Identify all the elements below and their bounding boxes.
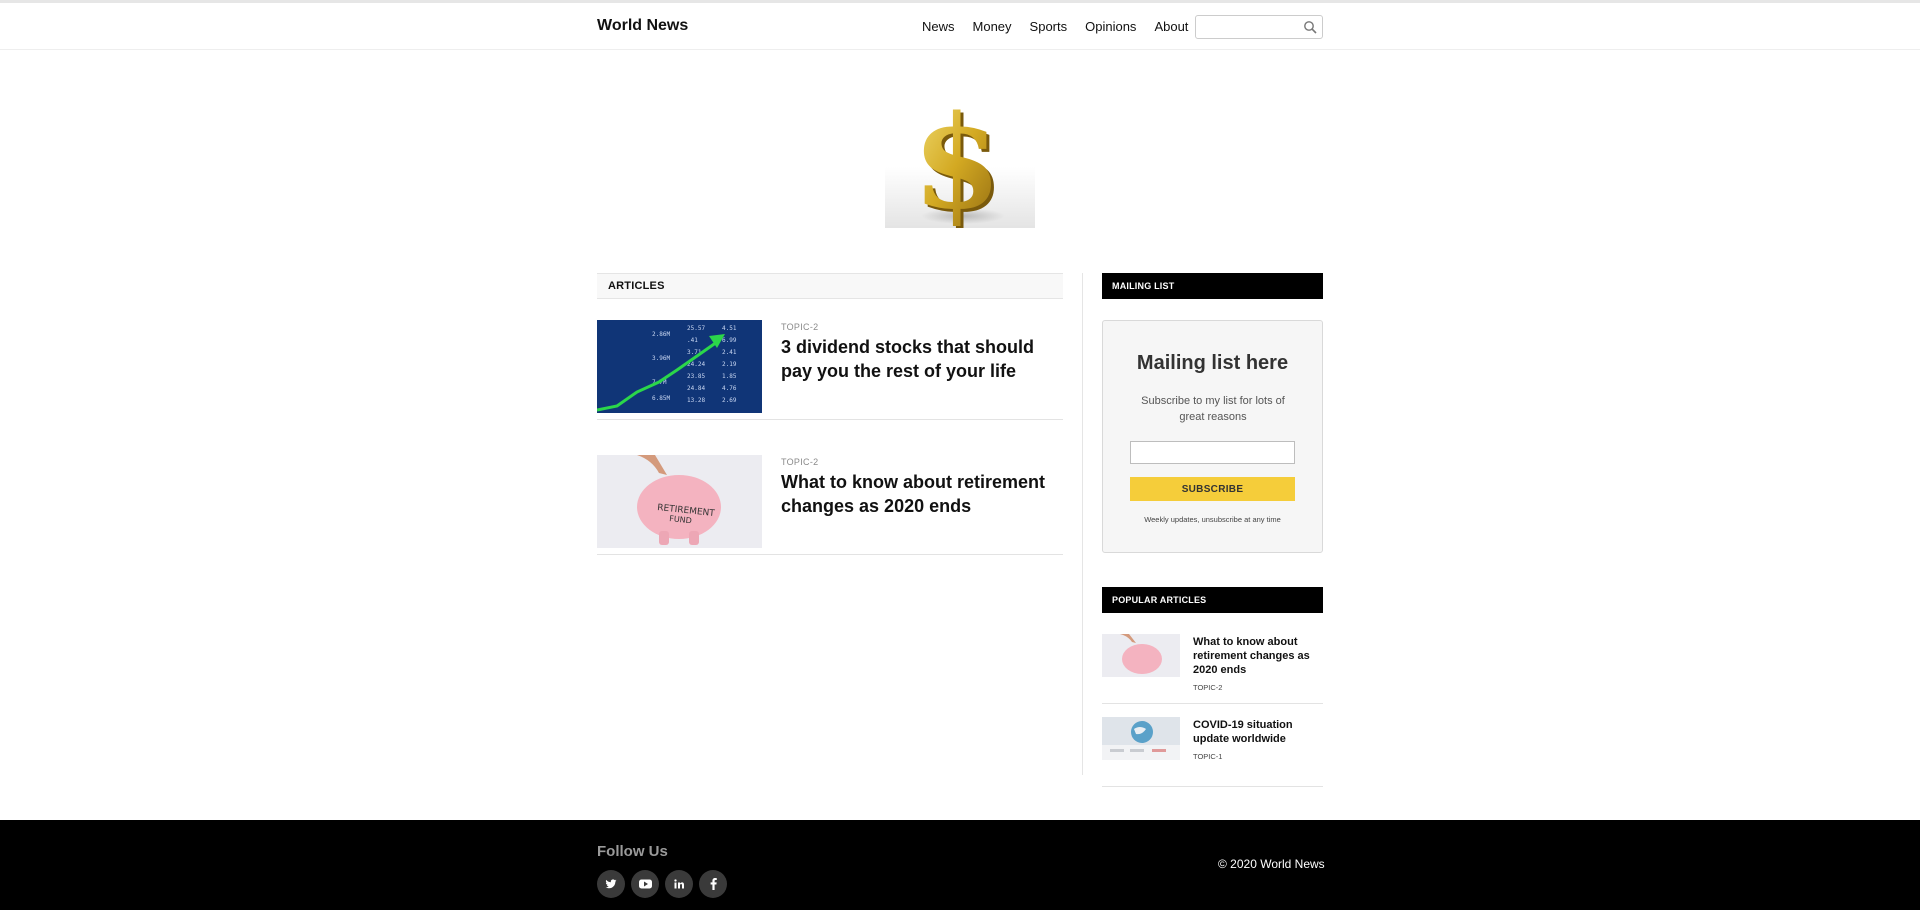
svg-text:4.76: 4.76 — [722, 385, 737, 392]
copyright-text: © 2020 World News — [1218, 857, 1325, 871]
svg-text:23.85: 23.85 — [687, 373, 705, 380]
svg-text:.41: .41 — [687, 337, 698, 344]
twitter-icon[interactable] — [597, 870, 625, 898]
articles-heading-bar: ARTICLES — [597, 273, 1063, 299]
article-title[interactable]: What to know about retirement changes as… — [781, 470, 1061, 518]
article-title[interactable]: 3 dividend stocks that should pay you th… — [781, 335, 1061, 383]
popular-article-title[interactable]: COVID-19 situation update worldwide — [1193, 718, 1321, 746]
mailing-list-note: Weekly updates, unsubscribe at any time — [1144, 515, 1281, 524]
article-item[interactable]: 25.57 4.51 .41 6.99 3.71 2.41 24.24 2.19 23.… — [597, 306, 1063, 420]
mailing-list-description: Subscribe to my list for lots of great r… — [1141, 395, 1285, 423]
article-topic: TOPIC-2 — [781, 322, 819, 332]
article-thumbnail-stocks[interactable]: 25.57 4.51 .41 6.99 3.71 2.41 24.24 2.19 23.… — [597, 320, 762, 413]
follow-us-heading: Follow Us — [597, 843, 668, 860]
linkedin-icon[interactable] — [665, 870, 693, 898]
article-thumbnail-piggy-bank[interactable]: RETIREMENT FUND — [597, 455, 762, 548]
nav-opinions[interactable]: Opinions — [1085, 19, 1136, 34]
popular-articles-heading-bar: POPULAR ARTICLES — [1102, 587, 1323, 613]
subscribe-button[interactable]: SUBSCRIBE — [1130, 477, 1295, 501]
articles-heading: ARTICLES — [608, 280, 665, 292]
popular-article-item[interactable]: What to know about retirement changes as… — [1102, 634, 1323, 704]
main-nav: News Money Sports Opinions About — [922, 19, 1206, 34]
svg-text:$: $ — [912, 92, 1001, 228]
svg-text:4.51: 4.51 — [722, 325, 737, 332]
svg-text:2.41: 2.41 — [722, 349, 737, 356]
svg-text:13.28: 13.28 — [687, 397, 705, 404]
site-brand[interactable]: World News — [597, 17, 688, 35]
nav-sports[interactable]: Sports — [1030, 19, 1068, 34]
covid-globe-image — [1102, 717, 1180, 760]
mailing-list-heading: MAILING LIST — [1112, 281, 1175, 291]
mailing-list-heading-bar: MAILING LIST — [1102, 273, 1323, 299]
site-footer: Follow Us © 2020 World News — [0, 820, 1920, 910]
gold-dollar-sign-image: $ $ — [912, 92, 1005, 228]
nav-about[interactable]: About — [1154, 19, 1188, 34]
column-divider — [1082, 273, 1083, 775]
svg-text:6.85M: 6.85M — [652, 395, 670, 402]
nav-news[interactable]: News — [922, 19, 955, 34]
stock-chart-image: 25.57 4.51 .41 6.99 3.71 2.41 24.24 2.19 23.… — [597, 320, 762, 413]
svg-text:2.86M: 2.86M — [652, 331, 670, 338]
mailing-list-title: Mailing list here — [1136, 352, 1289, 374]
youtube-icon[interactable] — [631, 870, 659, 898]
svg-text:2.19: 2.19 — [722, 361, 737, 368]
hero-image: $ $ — [885, 92, 1035, 228]
mailing-list-box: Mailing list here Subscribe to my list f… — [1102, 320, 1323, 553]
site-header: World News News Money Sports Opinions Ab… — [0, 3, 1920, 50]
email-field[interactable] — [1130, 441, 1295, 464]
popular-article-title[interactable]: What to know about retirement changes as… — [1193, 635, 1321, 677]
nav-money[interactable]: Money — [973, 19, 1012, 34]
popular-thumbnail-covid[interactable] — [1102, 717, 1180, 760]
popular-thumbnail-piggy-bank[interactable] — [1102, 634, 1180, 677]
svg-text:2.69: 2.69 — [722, 397, 737, 404]
piggy-bank-image — [1102, 634, 1180, 677]
popular-articles-heading: POPULAR ARTICLES — [1112, 595, 1207, 605]
article-topic: TOPIC-2 — [781, 457, 819, 467]
svg-text:25.57: 25.57 — [687, 325, 705, 332]
search-input[interactable] — [1196, 16, 1296, 38]
popular-article-topic: TOPIC-2 — [1193, 683, 1223, 692]
social-links — [597, 870, 733, 898]
piggy-bank-image: RETIREMENT FUND — [597, 455, 762, 548]
facebook-icon[interactable] — [699, 870, 727, 898]
svg-text:6.99: 6.99 — [722, 337, 737, 344]
popular-article-topic: TOPIC-1 — [1193, 752, 1223, 761]
search-box — [1195, 15, 1323, 39]
svg-text:3.96M: 3.96M — [652, 355, 670, 362]
svg-text:24.84: 24.84 — [687, 385, 705, 392]
popular-article-item[interactable]: COVID-19 situation update worldwide TOPI… — [1102, 717, 1323, 787]
search-icon[interactable] — [1303, 20, 1317, 34]
article-item[interactable]: RETIREMENT FUND TOPIC-2 What to know abo… — [597, 441, 1063, 555]
svg-text:1.85: 1.85 — [722, 373, 737, 380]
